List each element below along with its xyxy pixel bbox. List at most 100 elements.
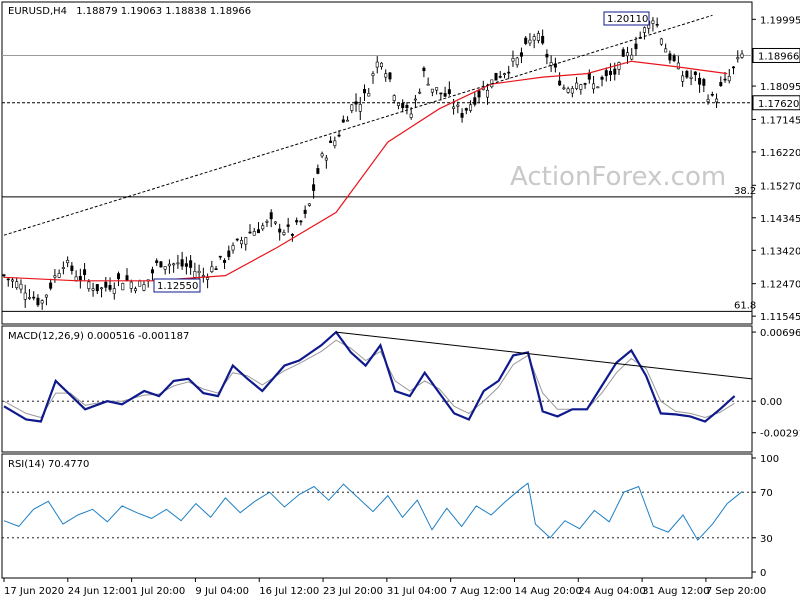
candle-body <box>710 93 714 96</box>
candle-body <box>78 275 82 281</box>
price-tick-label: 1.14345 <box>760 214 800 225</box>
candle-body <box>70 265 74 271</box>
candle-body <box>142 284 146 291</box>
candle-body <box>125 275 129 281</box>
candle-body <box>231 245 235 251</box>
candle-body <box>507 71 511 74</box>
price-tick-label: 1.15270 <box>760 181 800 192</box>
candle-body <box>57 273 61 278</box>
candle-body <box>261 225 265 230</box>
candle-body <box>320 153 324 157</box>
watermark: ActionForex.com <box>510 162 726 192</box>
candle-body <box>617 62 621 70</box>
candle-body <box>723 78 727 81</box>
candle-body <box>155 260 159 263</box>
candle-body <box>358 104 362 112</box>
candle-body <box>452 106 456 109</box>
candle-body <box>681 75 685 82</box>
price-panel: ActionForex.com EURUSD,H4 1.18879 1.1906… <box>1 1 756 325</box>
candle-body <box>172 263 176 266</box>
candle-body <box>464 108 468 111</box>
time-tick-label: 9 Jul 04:00 <box>195 586 249 597</box>
candle-body <box>49 282 53 289</box>
candle-body <box>87 281 91 289</box>
candle-body <box>223 260 227 263</box>
candle-body <box>218 255 222 258</box>
candle-body <box>426 83 430 86</box>
candle-body <box>575 82 579 89</box>
candle-body <box>112 288 116 294</box>
candle-body <box>346 119 350 122</box>
candle-body <box>23 292 27 300</box>
candle-body <box>625 52 629 57</box>
candle-body <box>519 52 523 57</box>
candle-body <box>676 62 680 70</box>
candle-body <box>74 276 78 281</box>
macd-tick-label: -0.002913 <box>760 429 800 440</box>
candle-body <box>61 267 65 269</box>
candle-body <box>456 104 460 107</box>
chart-canvas: ActionForex.com EURUSD,H4 1.18879 1.1906… <box>1 1 800 597</box>
candle-body <box>664 48 668 53</box>
candle-body <box>732 66 736 69</box>
rsi-title: RSI(14) 70.4770 <box>8 459 89 470</box>
candle-body <box>473 97 477 105</box>
candle-body <box>40 300 44 304</box>
time-tick-label: 31 Aug 12:00 <box>642 586 709 597</box>
rsi-tick-label: 30 <box>760 534 773 545</box>
candle-body <box>19 283 23 290</box>
candle-body <box>83 269 87 275</box>
candle-body <box>536 33 540 41</box>
candle-body <box>494 72 498 81</box>
candle-body <box>235 238 239 241</box>
macd-tick-label: 0.00 <box>760 397 782 408</box>
time-tick-label: 24 Jun 12:00 <box>68 586 132 597</box>
time-tick-label: 17 Jun 2020 <box>4 586 64 597</box>
candle-body <box>604 70 608 77</box>
candle-body <box>252 231 256 236</box>
candle-body <box>244 237 248 245</box>
price-tick-label: 1.19995 <box>760 15 800 26</box>
candle-body <box>460 112 464 118</box>
candle-body <box>498 76 502 78</box>
candle-body <box>706 99 710 102</box>
candle-body <box>388 72 392 80</box>
candle-body <box>256 229 260 234</box>
time-tick-label: 24 Aug 04:00 <box>578 586 645 597</box>
candle-body <box>740 53 744 58</box>
candle-body <box>587 72 591 80</box>
candle-body <box>524 37 528 44</box>
candle-body <box>379 62 383 68</box>
candle-body <box>210 266 214 272</box>
candle-body <box>248 231 252 234</box>
candle-body <box>167 263 171 267</box>
candle-body <box>405 105 409 109</box>
candle-body <box>443 93 447 97</box>
candle-body <box>541 35 545 44</box>
candle-body <box>2 274 6 277</box>
candle-body <box>430 88 434 93</box>
candle-body <box>528 39 532 44</box>
candle-body <box>108 285 112 290</box>
rsi-tick-label: 70 <box>760 488 773 499</box>
candle-body <box>486 89 490 98</box>
fib-38-label: 38.2 <box>734 186 756 197</box>
rsi-panel-frame <box>1 453 753 579</box>
candle-body <box>201 275 205 277</box>
candle-body <box>422 67 426 72</box>
candle-body <box>363 89 367 94</box>
candle-body <box>265 221 269 223</box>
time-tick-label: 14 Aug 20:00 <box>514 586 581 597</box>
candle-body <box>193 271 197 278</box>
candle-body <box>515 57 519 66</box>
support-tag: 1.17620 <box>758 99 799 110</box>
candle-body <box>206 277 210 280</box>
candle-body <box>333 140 337 146</box>
candle-body <box>138 280 142 287</box>
candle-body <box>91 288 95 291</box>
current-price-tag: 1.18966 <box>758 51 799 62</box>
time-tick-label: 7 Sep 20:00 <box>706 586 766 597</box>
candle-body <box>184 263 188 267</box>
candle-body <box>621 49 625 57</box>
candle-body <box>273 221 277 224</box>
